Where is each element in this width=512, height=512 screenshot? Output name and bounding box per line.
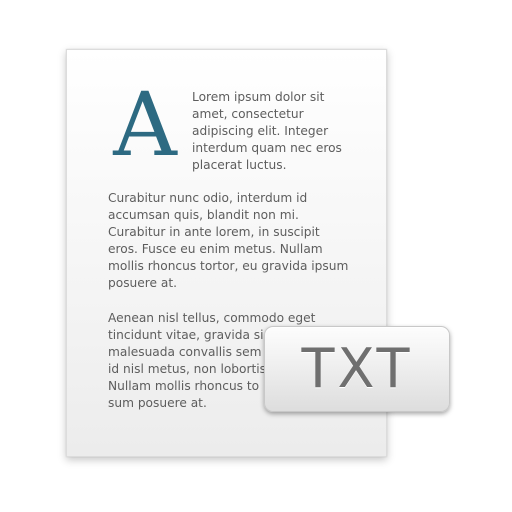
file-type-label: TXT (301, 337, 413, 400)
txt-file-icon: A Lorem ipsum dolor sit amet, consectetu… (0, 0, 512, 512)
paragraph-1: Lorem ipsum dolor sit amet, consectetur … (192, 90, 342, 172)
paragraph-2: Curabitur nunc odio, interdum id accumsa… (108, 191, 349, 290)
file-type-badge: TXT (264, 326, 450, 412)
dropcap-letter: A (113, 73, 177, 176)
